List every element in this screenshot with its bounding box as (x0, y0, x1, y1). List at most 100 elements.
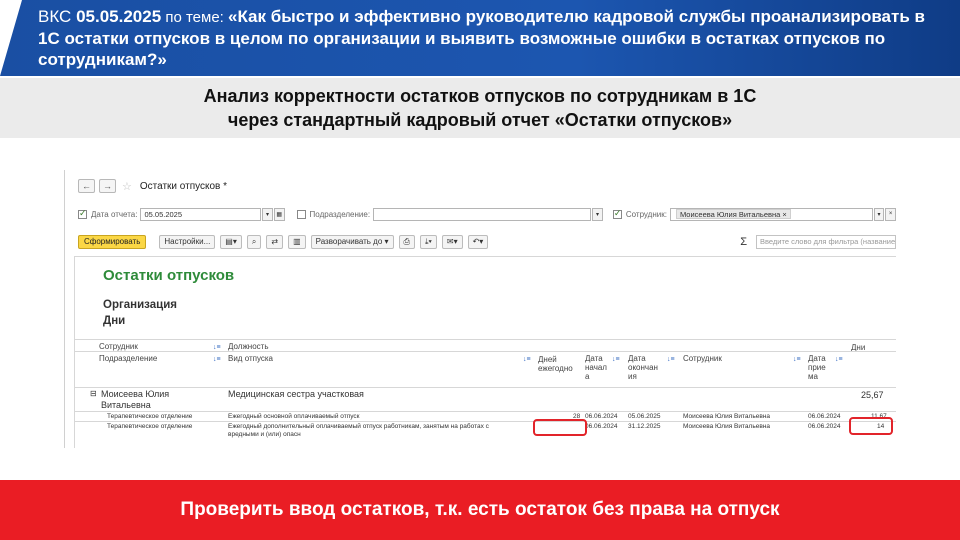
subtitle-line-1: Анализ корректности остатков отпусков по… (203, 86, 757, 106)
employee-tag-label: Моисеева Юлия Витальевна (679, 210, 781, 219)
header-end-date: Дата окончан ия (628, 354, 658, 381)
mail-icon: ✉▾ (446, 237, 458, 246)
report-sheet: Остатки отпусков Организация Дни Сотрудн… (74, 256, 896, 448)
header-annual-days: Дней ежегодно (538, 355, 573, 373)
row-department: Терапевтическое отделение (107, 423, 193, 430)
replace-button[interactable]: ⇄ (266, 234, 284, 249)
report-parameters: Дата отчета: 05.05.2025 ▾ ▦ Подразделени… (78, 206, 896, 222)
header-divider-mid (75, 351, 896, 352)
mail-button[interactable]: ✉▾ (441, 234, 463, 249)
row-end-date: 31.12.2025 (628, 423, 661, 430)
department-label: Подразделение: (309, 209, 371, 219)
conclusion-banner: Проверить ввод остатков, т.к. есть остат… (0, 480, 960, 540)
settings-button[interactable]: Настройки... (159, 234, 216, 249)
window-title: Остатки отпусков * (139, 180, 228, 192)
search-icon: ⌕ (251, 236, 257, 246)
sum-icon[interactable]: Σ (740, 236, 747, 248)
row-start-date: 06.06.2024 (585, 413, 618, 420)
grid-button[interactable]: ▥ (288, 234, 306, 249)
report-title: Остатки отпусков (103, 267, 235, 284)
replace-icon: ⇄ (271, 237, 279, 246)
header-hire-date: Дата прие ма (808, 354, 826, 381)
empty-annual-days-highlight (533, 419, 587, 436)
row-employee: Моисеева Юлия Витальевна (683, 413, 770, 420)
sort-icon[interactable]: ↓≡ (667, 355, 675, 364)
date-checkbox[interactable] (78, 208, 87, 219)
row-department: Терапевтическое отделение (107, 413, 193, 420)
calendar-icon: ▦ (276, 211, 283, 218)
department-field[interactable] (373, 207, 592, 221)
arrow-right-icon: → (103, 181, 112, 191)
report-screenshot: ← → ☆ Остатки отпусков * Дата отчета: 05… (64, 170, 896, 448)
print-button[interactable]: ⎙ (398, 234, 415, 249)
slide-subtitle: Анализ корректности остатков отпусков по… (0, 84, 960, 132)
collapse-icon[interactable]: ⊟ (90, 389, 97, 398)
employee-field[interactable]: Моисеева Юлия Витальевна × (669, 207, 873, 221)
row-vacation-type: Ежегодный дополнительный оплачиваемый от… (228, 423, 489, 438)
forward-button[interactable]: → (99, 179, 116, 193)
more-button[interactable]: ↶▾ (467, 234, 489, 249)
row-employee: Моисеева Юлия Витальевна (683, 423, 770, 430)
chevron-down-icon: ▾ (384, 237, 389, 246)
arrow-left-icon: ← (82, 181, 91, 191)
subtitle-line-2: через стандартный кадровый отчет «Остатк… (227, 110, 733, 130)
row-hire-date: 06.06.2024 (808, 413, 841, 420)
grouping-days: Дни (103, 315, 126, 327)
header-divider-bottom (75, 387, 896, 388)
header-start-date: Дата начал а (585, 354, 607, 381)
save-button[interactable]: ⤓▾ (419, 234, 437, 249)
banner-prefix: ВКС (38, 7, 77, 26)
chevron-down-icon: ▾ (877, 211, 881, 218)
close-icon: × (888, 211, 893, 217)
date-dropdown-button[interactable]: ▾ (262, 207, 273, 221)
grouping-organization: Организация (103, 299, 177, 311)
employee-clear-button[interactable]: × (885, 207, 896, 221)
employee-tag: Моисеева Юлия Витальевна × (675, 209, 791, 219)
banner-middle: по теме: (161, 9, 228, 26)
chevron-down-icon: ▾ (596, 211, 600, 218)
variants-icon: ▤▾ (225, 237, 237, 246)
group-position: Медицинская сестра участковая (228, 389, 364, 399)
employee-dropdown-button[interactable]: ▾ (873, 207, 885, 221)
search-button[interactable]: ⌕ (246, 234, 262, 249)
banner-text: ВКС 05.05.2025 по теме: «Как быстро и эф… (38, 6, 938, 70)
variants-button[interactable]: ▤▾ (220, 234, 242, 249)
department-dropdown-button[interactable]: ▾ (592, 207, 603, 221)
header-divider-top (75, 339, 896, 340)
date-label: Дата отчета: (91, 209, 138, 219)
report-toolbar: Сформировать Настройки... ▤▾ ⌕ ⇄ ▥ Разво… (78, 234, 896, 249)
employee-checkbox[interactable] (612, 208, 622, 219)
close-icon[interactable]: × (782, 210, 786, 219)
filter-input[interactable]: Введите слово для фильтра (название това… (756, 234, 896, 249)
sort-icon[interactable]: ↓≡ (835, 355, 843, 364)
sort-icon[interactable]: ↓≡ (213, 355, 221, 364)
row-hire-date: 06.06.2024 (808, 423, 841, 430)
generate-button[interactable]: Сформировать (78, 234, 147, 249)
header-employee-2: Сотрудник (683, 354, 722, 363)
row-start-date: 06.06.2024 (585, 423, 618, 430)
employee-label: Сотрудник: (625, 209, 667, 219)
calendar-button[interactable]: ▦ (273, 207, 285, 221)
download-icon: ⤓▾ (424, 236, 432, 246)
expand-label: Разворачивать до (315, 237, 383, 246)
expand-button[interactable]: Разворачивать до ▾ (310, 234, 394, 249)
date-field[interactable]: 05.05.2025 (140, 207, 262, 221)
chevron-down-icon: ▾ (266, 211, 270, 218)
group-employee-name: Моисеева Юлия Витальевна (101, 389, 170, 410)
window-titlebar: ← → ☆ Остатки отпусков * (78, 178, 227, 194)
row-divider (75, 421, 896, 422)
row-vacation-type: Ежегодный основной оплачиваемый отпуск (228, 413, 360, 420)
sort-icon[interactable]: ↓≡ (612, 355, 620, 364)
header-employee: Сотрудник (99, 342, 138, 351)
banner-date: 05.05.2025 (76, 7, 162, 26)
report-grouping: Организация Дни (103, 297, 177, 329)
sort-icon[interactable]: ↓≡ (793, 355, 801, 364)
days-remaining-highlight (849, 417, 893, 435)
header-department: Подразделение (99, 354, 158, 363)
header-position: Должность (228, 342, 269, 351)
department-checkbox[interactable] (296, 209, 306, 219)
row-divider (75, 411, 896, 412)
back-button[interactable]: ← (78, 179, 95, 193)
sort-icon[interactable]: ↓≡ (523, 355, 531, 364)
favorite-star-icon[interactable]: ☆ (122, 180, 132, 193)
